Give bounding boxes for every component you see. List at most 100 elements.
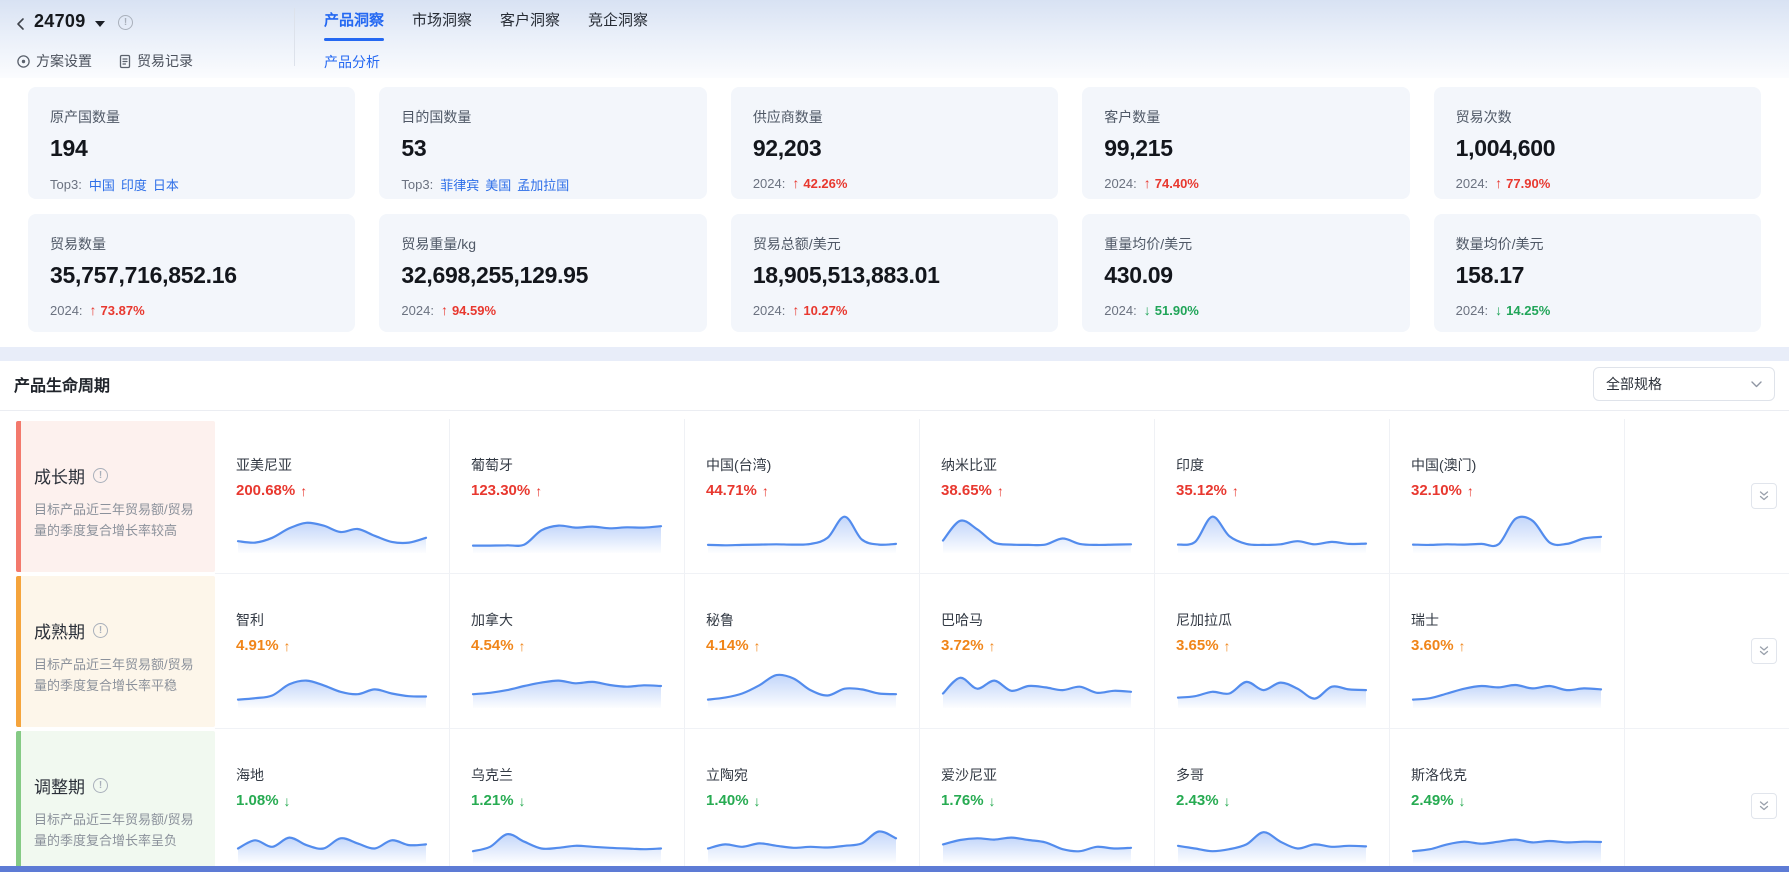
stage-info-icon[interactable]: ! <box>93 468 108 483</box>
country-cell: 斯洛伐克2.49%↓ <box>1390 729 1625 872</box>
trade-records-button[interactable]: 贸易记录 <box>118 51 193 71</box>
country-growth: 3.65%↑ <box>1176 637 1389 654</box>
document-icon <box>118 54 132 69</box>
country-cell: 乌克兰1.21%↓ <box>450 729 685 872</box>
plan-settings-button[interactable]: 方案设置 <box>16 51 92 71</box>
country-name: 中国(台湾) <box>706 455 919 475</box>
back-icon[interactable] <box>14 15 32 33</box>
pct-arrow-up-icon: ↑ <box>519 638 526 654</box>
year-label: 2024: <box>753 176 786 191</box>
trend-pct: 73.87% <box>101 303 145 318</box>
country-name: 瑞士 <box>1411 610 1624 630</box>
stat-subline: 2024:↓51.90% <box>1104 302 1387 318</box>
country-name: 葡萄牙 <box>471 455 684 475</box>
info-icon[interactable]: ! <box>118 15 133 30</box>
trend-arrow-up-icon: ↑ <box>1144 175 1151 191</box>
top3-country-link[interactable]: 中国 <box>89 175 115 194</box>
trend-pct: 77.90% <box>1506 176 1550 191</box>
pct-arrow-down-icon: ↓ <box>284 793 291 809</box>
page-header: 24709 ! 产品洞察 市场洞察 客户洞察 竞企洞察 方案设置 贸易记录 产品… <box>0 0 1789 78</box>
country-pct: 38.65% <box>941 482 992 499</box>
country-cell: 海地1.08%↓ <box>215 729 450 872</box>
plan-dropdown-caret-icon[interactable] <box>95 21 105 27</box>
trend-arrow-down-icon: ↓ <box>1144 302 1151 318</box>
top3-country-link[interactable]: 印度 <box>121 175 147 194</box>
stage-title: 调整期! <box>34 773 203 798</box>
top3-label: Top3: <box>50 177 82 192</box>
pct-arrow-up-icon: ↑ <box>997 483 1004 499</box>
tab-product-insight[interactable]: 产品洞察 <box>324 9 384 41</box>
stat-label: 供应商数量 <box>753 107 1036 127</box>
expand-row-button[interactable] <box>1751 483 1777 509</box>
country-cell: 印度35.12%↑ <box>1155 419 1390 573</box>
stat-card-row: 原产国数量194Top3:中国印度日本目的国数量53Top3:菲律宾美国孟加拉国… <box>28 87 1761 199</box>
country-cell: 巴哈马 3.72%↑ <box>920 574 1155 728</box>
subtab-product-analysis[interactable]: 产品分析 <box>324 52 380 72</box>
bottom-divider <box>0 866 1789 872</box>
country-growth: 4.14%↑ <box>706 637 919 654</box>
plan-id[interactable]: 24709 <box>34 11 86 32</box>
row-filler-cell <box>1625 574 1789 728</box>
stat-value: 99,215 <box>1104 135 1387 162</box>
country-cell: 秘鲁4.14%↑ <box>685 574 920 728</box>
sparkline-chart <box>706 817 898 863</box>
country-pct: 1.76% <box>941 792 984 809</box>
country-pct: 4.91% <box>236 637 279 654</box>
stat-card: 原产国数量194Top3:中国印度日本 <box>28 87 355 199</box>
stat-subline: Top3: 中国印度日本 <box>50 175 333 194</box>
sparkline-chart <box>236 662 428 708</box>
stat-value: 18,905,513,883.01 <box>753 262 1036 289</box>
pct-arrow-down-icon: ↓ <box>1459 793 1466 809</box>
sparkline-chart <box>706 507 898 553</box>
top3-country-link[interactable]: 日本 <box>153 175 179 194</box>
top3-country-link[interactable]: 菲律宾 <box>440 175 479 194</box>
stage-description: 目标产品近三年贸易额/贸易量的季度复合增长率呈负 <box>34 809 203 851</box>
stage-description: 目标产品近三年贸易额/贸易量的季度复合增长率平稳 <box>34 654 203 696</box>
stat-value: 35,757,716,852.16 <box>50 262 333 289</box>
stage-info-icon[interactable]: ! <box>93 778 108 793</box>
pct-arrow-up-icon: ↑ <box>1224 638 1231 654</box>
lifecycle-section: 产品生命周期 全部规格 成长期!目标产品近三年贸易额/贸易量的季度复合增长率较高… <box>0 361 1789 872</box>
country-name: 巴哈马 <box>941 610 1154 630</box>
expand-row-button[interactable] <box>1751 638 1777 664</box>
top3-country-link[interactable]: 美国 <box>485 175 511 194</box>
year-label: 2024: <box>1456 303 1489 318</box>
country-cell: 葡萄牙123.30%↑ <box>450 419 685 573</box>
country-pct: 32.10% <box>1411 482 1462 499</box>
country-name: 立陶宛 <box>706 765 919 785</box>
sparkline-chart <box>941 662 1133 708</box>
tab-competitor-insight[interactable]: 竞企洞察 <box>588 9 648 41</box>
country-cell: 爱沙尼亚1.76%↓ <box>920 729 1155 872</box>
spec-filter-select[interactable]: 全部规格 <box>1593 367 1775 401</box>
country-cell: 纳米比亚38.65%↑ <box>920 419 1155 573</box>
country-growth: 1.08% ↓ <box>236 792 449 809</box>
stat-value: 158.17 <box>1456 262 1739 289</box>
country-growth: 3.72%↑ <box>941 637 1154 654</box>
stage-name: 成熟期 <box>34 618 85 643</box>
expand-row-button[interactable] <box>1751 793 1777 819</box>
stat-label: 原产国数量 <box>50 107 333 127</box>
country-cell: 亚美尼亚200.68%↑ <box>215 419 450 573</box>
country-growth: 4.91%↑ <box>236 637 449 654</box>
top3-country-link[interactable]: 孟加拉国 <box>517 175 569 194</box>
stage-info-icon[interactable]: ! <box>93 623 108 638</box>
country-growth: 32.10%↑ <box>1411 482 1624 499</box>
trend-arrow-up-icon: ↑ <box>441 302 448 318</box>
country-name: 智利 <box>236 610 449 630</box>
country-pct: 1.08% <box>236 792 279 809</box>
lifecycle-row-adjust: 调整期!目标产品近三年贸易额/贸易量的季度复合增长率呈负海地1.08%↓乌克兰1… <box>0 729 1789 872</box>
country-name: 乌克兰 <box>471 765 684 785</box>
chevron-double-down-icon <box>1758 645 1770 657</box>
tab-market-insight[interactable]: 市场洞察 <box>412 9 472 41</box>
sparkline-chart <box>471 817 663 863</box>
chevron-down-icon <box>1751 381 1762 388</box>
section-gap-band <box>0 347 1789 361</box>
country-cell: 瑞士3.60%↑ <box>1390 574 1625 728</box>
country-pct: 123.30% <box>471 482 530 499</box>
stat-label: 目的国数量 <box>401 107 684 127</box>
trend-pct: 14.25% <box>1506 303 1550 318</box>
country-name: 爱沙尼亚 <box>941 765 1154 785</box>
tab-customer-insight[interactable]: 客户洞察 <box>500 9 560 41</box>
stat-card: 贸易次数1,004,6002024:↑77.90% <box>1434 87 1761 199</box>
pct-arrow-up-icon: ↑ <box>300 483 307 499</box>
